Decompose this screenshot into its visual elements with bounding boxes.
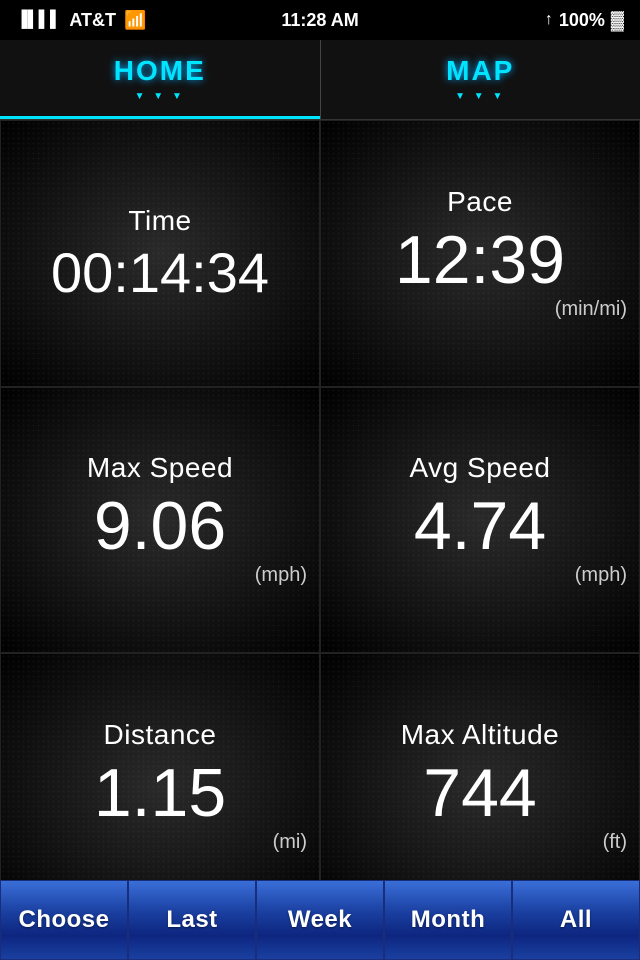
metrics-grid: Time 00:14:34 Pace 12:39 (min/mi) Max Sp… [0,120,640,920]
metric-distance-value: 1.15 [94,759,226,827]
battery-icon: ▓ [611,10,624,31]
nav-month-button[interactable]: Month [384,880,512,960]
signal-icon: ▐▌▌▌ [16,11,61,29]
nav-all-button[interactable]: All [512,880,640,960]
status-bar: ▐▌▌▌ AT&T 📶 11:28 AM ↑ 100% ▓ [0,0,640,40]
tab-map-dots: ▼ ▼ ▼ [455,91,505,102]
tab-bar: HOME ▼ ▼ ▼ MAP ▼ ▼ ▼ [0,40,640,120]
metric-distance-unit: (mi) [273,831,307,854]
status-time: 11:28 AM [281,10,358,31]
metric-avg-speed: Avg Speed 4.74 (mph) [320,387,640,654]
tab-home-label: HOME [114,55,206,87]
metric-pace-label: Pace [447,186,513,218]
metric-max-speed-unit: (mph) [255,564,307,587]
metric-max-speed-label: Max Speed [87,452,233,484]
metric-pace-value: 12:39 [395,226,565,294]
wifi-icon: 📶 [124,10,146,31]
tab-home[interactable]: HOME ▼ ▼ ▼ [0,40,320,119]
metric-max-altitude-value: 744 [423,759,536,827]
metric-time-label: Time [128,205,191,237]
metric-avg-speed-value: 4.74 [414,492,546,560]
metric-time: Time 00:14:34 [0,120,320,387]
metric-pace-unit: (min/mi) [555,298,627,321]
tab-map-label: MAP [446,55,514,87]
nav-last-button[interactable]: Last [128,880,256,960]
metric-distance-label: Distance [104,719,217,751]
carrier-label: AT&T [69,10,116,31]
status-left: ▐▌▌▌ AT&T 📶 [16,10,146,31]
metric-time-value: 00:14:34 [51,245,269,301]
status-right: ↑ 100% ▓ [545,10,624,31]
nav-choose-button[interactable]: Choose [0,880,128,960]
tab-map[interactable]: MAP ▼ ▼ ▼ [321,40,640,119]
metric-max-altitude-unit: (ft) [603,831,627,854]
metric-max-speed-value: 9.06 [94,492,226,560]
metric-avg-speed-label: Avg Speed [410,452,551,484]
metric-avg-speed-unit: (mph) [575,564,627,587]
tab-home-dots: ▼ ▼ ▼ [135,91,185,102]
metric-pace: Pace 12:39 (min/mi) [320,120,640,387]
metric-max-altitude-label: Max Altitude [401,719,560,751]
nav-week-button[interactable]: Week [256,880,384,960]
location-icon: ↑ [545,11,553,29]
bottom-nav: Choose Last Week Month All [0,880,640,960]
metric-max-speed: Max Speed 9.06 (mph) [0,387,320,654]
battery-label: 100% [559,10,605,31]
